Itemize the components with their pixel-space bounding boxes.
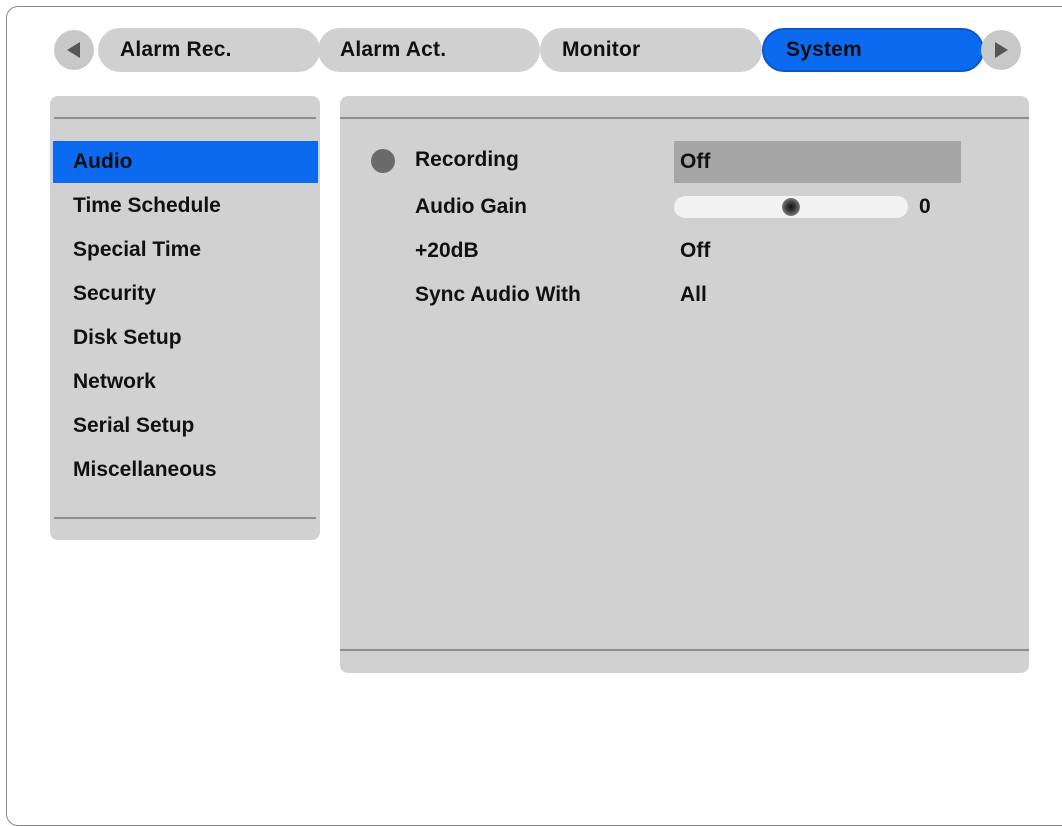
tab-system[interactable]: System — [762, 28, 984, 72]
panel-divider-top — [340, 117, 1029, 119]
sidebar-item-network[interactable]: Network — [53, 361, 318, 403]
boost-20db-value[interactable]: Off — [680, 236, 710, 266]
sync-audio-with-value[interactable]: All — [680, 280, 707, 310]
sidebar-item-audio[interactable]: Audio — [53, 141, 318, 183]
selection-bullet-icon — [371, 149, 395, 173]
sidebar-item-serial-setup[interactable]: Serial Setup — [53, 405, 318, 447]
sidebar-item-special-time[interactable]: Special Time — [53, 229, 318, 271]
recording-select[interactable]: Off — [674, 141, 961, 183]
sidebar-item-disk-setup[interactable]: Disk Setup — [53, 317, 318, 359]
tab-next-button[interactable] — [981, 30, 1021, 70]
audio-gain-slider[interactable] — [674, 196, 908, 218]
sidebar-divider-top — [54, 117, 316, 119]
sync-audio-with-label: Sync Audio With — [415, 283, 581, 306]
tab-alarm-rec[interactable]: Alarm Rec. — [98, 28, 320, 72]
sidebar-item-miscellaneous[interactable]: Miscellaneous — [53, 449, 318, 491]
sidebar-item-time-schedule[interactable]: Time Schedule — [53, 185, 318, 227]
panel-divider-bottom — [340, 649, 1029, 651]
sidebar-divider-bottom — [54, 517, 316, 519]
tab-monitor[interactable]: Monitor — [540, 28, 762, 72]
audio-gain-value: 0 — [919, 195, 931, 218]
slider-knob-handle[interactable] — [782, 198, 800, 216]
tab-prev-button[interactable] — [54, 30, 94, 70]
audio-settings-panel: Recording Off Audio Gain 0 +20dB Off Syn… — [340, 96, 1029, 673]
triangle-left-icon — [67, 42, 80, 58]
sidebar-menu: Audio Time Schedule Special Time Securit… — [50, 96, 320, 540]
sidebar-item-security[interactable]: Security — [53, 273, 318, 315]
audio-gain-label: Audio Gain — [415, 195, 527, 218]
triangle-right-icon — [995, 42, 1008, 58]
tab-alarm-act[interactable]: Alarm Act. — [318, 28, 540, 72]
recording-label: Recording — [415, 148, 519, 171]
boost-20db-label: +20dB — [415, 239, 479, 262]
